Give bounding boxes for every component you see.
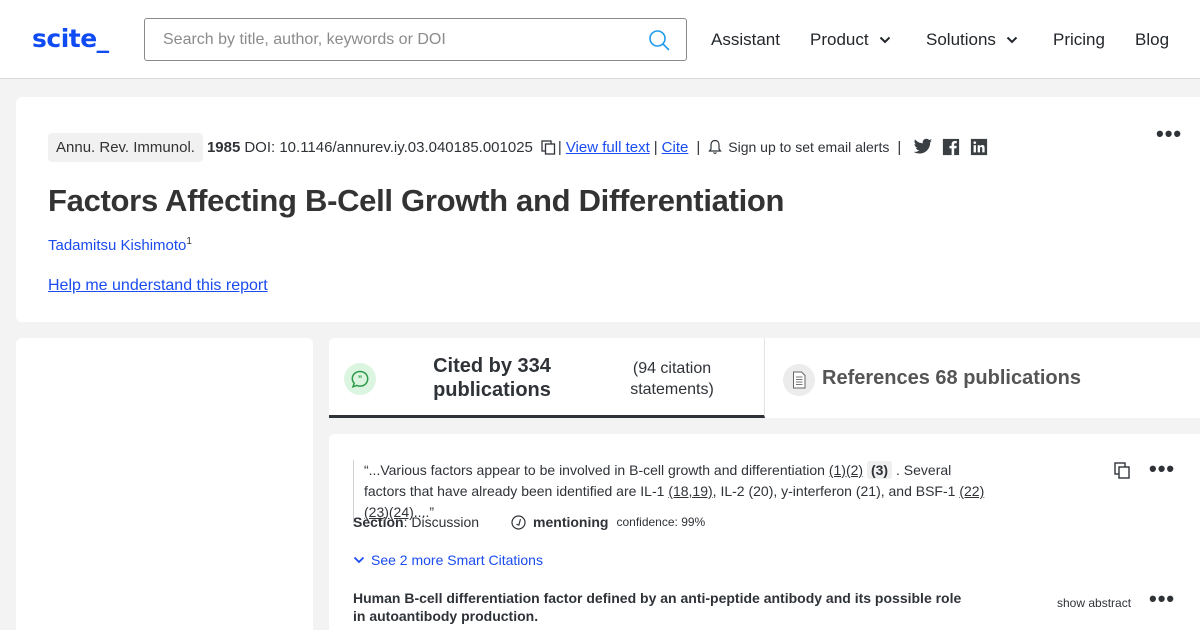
email-alerts-link[interactable]: Sign up to set email alerts bbox=[728, 139, 889, 155]
scite-logo[interactable]: scite_ bbox=[32, 24, 109, 53]
author-link[interactable]: Tadamitsu Kishimoto1 bbox=[48, 236, 192, 254]
nav-pricing-label: Pricing bbox=[1053, 30, 1105, 49]
reference-link[interactable]: (1)(2) bbox=[829, 462, 863, 478]
citation-meta-row: Section : Discussion mentioning confiden… bbox=[353, 514, 705, 530]
paper-meta-row: Annu. Rev. Immunol. 1985 DOI: 10.1146/an… bbox=[48, 132, 989, 162]
search-input[interactable] bbox=[145, 19, 635, 60]
linkedin-icon[interactable] bbox=[969, 138, 989, 156]
copy-icon[interactable] bbox=[541, 139, 556, 155]
doi-value: 10.1146/annurev.iy.03.040185.001025 bbox=[279, 138, 533, 156]
cited-by-count: Cited by 334 publications bbox=[433, 355, 551, 401]
classification-label: mentioning bbox=[533, 514, 609, 530]
confidence-score: confidence: 99% bbox=[616, 515, 706, 529]
more-options-button[interactable]: ••• bbox=[1156, 123, 1182, 145]
citing-publication-title[interactable]: Human B-cell differentiation factor defi… bbox=[353, 589, 973, 625]
tab-cited-by[interactable]: ” Cited by 334 publications (94 citation… bbox=[329, 338, 765, 418]
separator: | bbox=[557, 138, 562, 156]
nav-solutions-label: Solutions bbox=[926, 30, 996, 49]
author-name: Tadamitsu Kishimoto bbox=[48, 237, 187, 254]
top-header: scite_ Assistant Product Solutions Prici… bbox=[0, 0, 1200, 79]
chevron-down-icon bbox=[879, 36, 890, 44]
separator: | bbox=[897, 138, 902, 156]
reference-link[interactable]: (18,19) bbox=[668, 483, 712, 499]
show-abstract-button[interactable]: show abstract bbox=[1057, 596, 1131, 610]
highlighted-reference[interactable]: (3) bbox=[866, 461, 893, 479]
citation-statement-card: “...Various factors appear to be involve… bbox=[329, 434, 1200, 630]
see-more-citations-label: See 2 more Smart Citations bbox=[371, 552, 543, 568]
nav-pricing[interactable]: Pricing bbox=[1053, 30, 1105, 50]
chevron-down-icon bbox=[353, 556, 365, 564]
copy-icon[interactable] bbox=[1114, 462, 1131, 479]
nav-blog[interactable]: Blog bbox=[1135, 30, 1169, 50]
mentioning-icon bbox=[511, 514, 526, 530]
search-icon[interactable] bbox=[648, 29, 670, 51]
twitter-icon[interactable] bbox=[913, 138, 933, 156]
publication-more-options-button[interactable]: ••• bbox=[1149, 588, 1175, 610]
publication-year: 1985 bbox=[206, 138, 241, 156]
nav-product[interactable]: Product bbox=[810, 30, 891, 50]
quote-text: , IL-2 (20), y-interferon (21), and BSF-… bbox=[712, 483, 960, 499]
help-understand-link[interactable]: Help me understand this report bbox=[48, 277, 268, 295]
nav-assistant[interactable]: Assistant bbox=[711, 30, 780, 50]
nav-solutions[interactable]: Solutions bbox=[926, 30, 1018, 50]
separator: | bbox=[696, 138, 701, 156]
chevron-down-icon bbox=[1006, 36, 1018, 44]
see-more-citations-link[interactable]: See 2 more Smart Citations bbox=[353, 552, 543, 568]
quote-bubble-icon: ” bbox=[344, 363, 376, 395]
svg-text:”: ” bbox=[358, 374, 363, 384]
journal-badge[interactable]: Annu. Rev. Immunol. bbox=[48, 132, 203, 162]
paper-summary-card: Annu. Rev. Immunol. 1985 DOI: 10.1146/an… bbox=[16, 97, 1200, 322]
citation-tabs: ” Cited by 334 publications (94 citation… bbox=[329, 338, 1200, 418]
author-affiliation: 1 bbox=[186, 236, 192, 247]
section-label: Section bbox=[353, 514, 404, 530]
nav-assistant-label: Assistant bbox=[711, 30, 780, 49]
references-count: References 68 publications bbox=[822, 367, 1081, 389]
tab-references[interactable]: References 68 publications bbox=[766, 338, 1200, 418]
citation-statements-count: (94 citation statements) bbox=[630, 360, 714, 398]
section-value: : Discussion bbox=[403, 514, 480, 530]
view-full-text-link[interactable]: View full text bbox=[566, 139, 650, 156]
doi-label: DOI: bbox=[244, 138, 276, 156]
nav-blog-label: Blog bbox=[1135, 30, 1170, 49]
separator: | bbox=[653, 138, 658, 156]
search-box[interactable] bbox=[144, 18, 687, 61]
paper-title: Factors Affecting B-Cell Growth and Diff… bbox=[48, 183, 785, 218]
cite-link[interactable]: Cite bbox=[662, 139, 689, 156]
left-sidebar-panel bbox=[16, 338, 313, 630]
citation-more-options-button[interactable]: ••• bbox=[1149, 458, 1175, 480]
document-icon bbox=[783, 364, 815, 396]
nav-product-label: Product bbox=[810, 30, 869, 49]
bell-icon[interactable] bbox=[708, 139, 722, 155]
quote-text: “...Various factors appear to be involve… bbox=[364, 462, 829, 478]
facebook-icon[interactable] bbox=[941, 138, 961, 156]
